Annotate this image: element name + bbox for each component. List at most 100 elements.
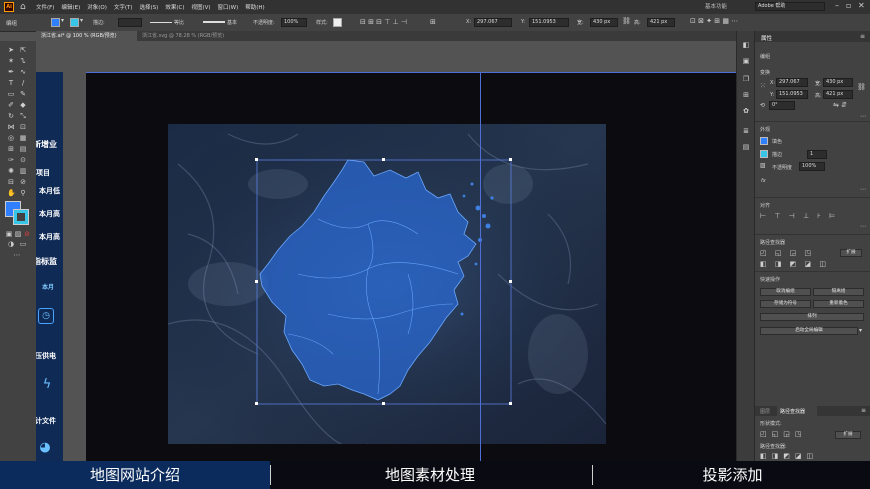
panel-w-field[interactable]: 430 px [823,78,853,87]
menu-help[interactable]: 帮助(H) [245,3,264,11]
panel-fill-swatch[interactable] [760,137,768,145]
none-mode-icon[interactable]: ⊘ [23,230,31,238]
scale-tool-icon[interactable]: ⤡ [19,112,27,120]
tab-second-document[interactable]: 浙江省.svg @ 78.28 % (RGB/预览) [137,31,245,41]
color-mode-icon[interactable]: ▣ [5,230,13,238]
arrange-button[interactable]: 排列 [760,313,864,321]
shape-builder-tool-icon[interactable]: ◎ [7,134,15,142]
more-tools-icon[interactable]: ⋯ [13,251,21,259]
rotate-field[interactable]: 0° [769,101,795,110]
align-icons[interactable]: ⊟ ⊞ ⊟ ⊤ ⊥ ⊣ [360,18,407,26]
align-panel-icon[interactable]: ≣ [742,127,750,135]
grid-icon[interactable]: ⊞ [430,18,436,26]
panel-menu-icon[interactable]: ≡ [860,33,865,40]
pathfinder-icons-row2[interactable]: ◧ ◨ ◩ ◪ ◫ [760,260,829,268]
direct-selection-tool-icon[interactable]: ⇱ [19,46,27,54]
stroke-weight-field[interactable] [118,18,142,27]
perspective-grid-tool-icon[interactable]: ▦ [19,134,27,142]
artboards-icon[interactable]: ⊞ [742,91,750,99]
symbols-icon[interactable]: ✿ [742,107,750,115]
lasso-tool-icon[interactable]: ᔐ [19,57,27,65]
h-field[interactable]: 421 px [647,18,675,27]
column-graph-tool-icon[interactable]: ▥ [19,167,27,175]
menu-window[interactable]: 窗口(W) [218,3,239,11]
more-options-icon[interactable]: ⋯ [860,186,866,193]
workspace-switcher[interactable]: 基本功能 [705,2,727,10]
chevron-down-icon[interactable]: ▾ [859,327,862,334]
zoom-tool-icon[interactable]: ⚲ [19,189,27,197]
panel-opacity-field[interactable]: 100% [799,162,825,171]
swatches-icon[interactable]: ▤ [742,143,750,151]
artboard-tool-icon[interactable]: ⊟ [7,178,15,186]
shaper-tool-icon[interactable]: ✐ [7,101,15,109]
x-field[interactable]: 297.067 [474,18,512,27]
chevron-down-icon[interactable]: ▾ [80,17,83,24]
panel-h-field[interactable]: 421 px [823,90,853,99]
flip-icons[interactable]: ⇋ ⇵ [833,101,847,109]
bottom-expand-button[interactable]: 扩展 [835,431,861,439]
home-icon[interactable]: ⌂ [20,2,30,12]
recolor-button[interactable]: 重新着色 [813,300,864,308]
symbol-sprayer-tool-icon[interactable]: ✺ [7,167,15,175]
slice-tool-icon[interactable]: ⊘ [19,178,27,186]
stroke-color-box[interactable] [13,209,29,225]
search-help-input[interactable]: Adobe 帮助 [755,2,825,11]
more-options-icon[interactable]: ⋯ [860,113,866,120]
blend-tool-icon[interactable]: ⊙ [19,156,27,164]
ungroup-button[interactable]: 取消编组 [760,288,811,296]
rectangle-tool-icon[interactable]: ▭ [7,90,15,98]
tab-properties[interactable]: 属性 [761,34,772,42]
satellite-map-image[interactable] [168,124,606,444]
menu-file[interactable]: 文件(F) [36,3,54,11]
rotate-tool-icon[interactable]: ↻ [7,112,15,120]
panel-menu-icon[interactable]: ≡ [861,407,866,414]
screen-mode-icon[interactable]: ▭ [19,240,27,248]
stroke-swatch[interactable] [70,18,79,27]
link-icon[interactable]: ⛓ [622,17,631,25]
curvature-tool-icon[interactable]: ∿ [19,68,27,76]
pathfinder-icons[interactable]: ◰ ◱ ◲ ◳ [760,249,814,257]
save-as-symbol-button[interactable]: 存储为符号 [760,300,811,308]
pathfinder-mode-icons[interactable]: ◧◨◩◪◫ [760,452,818,460]
align-buttons-icons[interactable]: ⊢ ⊤ ⊣ ⊥ ⊦ ⊨ [760,212,838,220]
maximize-icon[interactable]: ▫ [846,1,851,10]
close-icon[interactable]: ✕ [858,1,865,10]
tab-layers[interactable]: 图层 [760,408,770,415]
properties-icon[interactable]: ◧ [742,41,750,49]
magic-wand-tool-icon[interactable]: ✶ [7,57,15,65]
panel-stroke-swatch[interactable] [760,150,768,158]
fx-icon[interactable]: fx [761,178,766,184]
menu-select[interactable]: 选择(S) [140,3,159,11]
style-swatch[interactable] [333,18,342,27]
panel-stroke-field[interactable]: 1 [807,150,827,159]
menu-type[interactable]: 文字(T) [114,3,133,11]
isolate-group-button[interactable]: 隔离组 [813,288,864,296]
y-field[interactable]: 151.0953 [529,18,569,27]
paintbrush-tool-icon[interactable]: ✎ [19,90,27,98]
fill-swatch[interactable] [51,18,60,27]
transform-icons[interactable]: ⊡ ⊠ ✦ ⊞ ▦ ⋯ [690,17,738,25]
selection-tool-icon[interactable]: ➤ [7,46,15,54]
panel-y-field[interactable]: 151.0953 [776,90,808,99]
reference-point-icon[interactable]: ⁙ [760,82,766,90]
menu-object[interactable]: 对象(O) [87,3,107,11]
menu-effect[interactable]: 效果(C) [165,3,184,11]
gradient-mode-icon[interactable]: ▨ [14,230,22,238]
panel-x-field[interactable]: 297.067 [776,78,808,87]
menu-edit[interactable]: 编辑(E) [61,3,80,11]
constrain-link-icon[interactable]: ⛓ [857,83,866,91]
eraser-tool-icon[interactable]: ◆ [19,101,27,109]
layers-icon[interactable]: ❐ [742,75,750,83]
minimize-icon[interactable]: – [835,1,839,10]
pathfinder-expand-button[interactable]: 扩展 [840,249,862,257]
tab-pathfinder-active[interactable]: 路径查找器 [777,406,817,416]
more-options-icon[interactable]: ⋯ [860,223,866,230]
opacity-field[interactable]: 100% [281,18,307,27]
w-field[interactable]: 430 px [590,18,618,27]
brush-label[interactable]: 基本 [227,19,237,26]
vertical-guide[interactable] [480,72,481,461]
mesh-tool-icon[interactable]: ⊞ [7,145,15,153]
profile-label[interactable]: 等比 [174,19,184,26]
eyedropper-tool-icon[interactable]: ✑ [7,156,15,164]
canvas-area[interactable]: 新增业 项目 本月低 本月高 本月高 指标监 本月 ◷ 压供电 ϟ 计文件 ◕ [36,41,736,461]
